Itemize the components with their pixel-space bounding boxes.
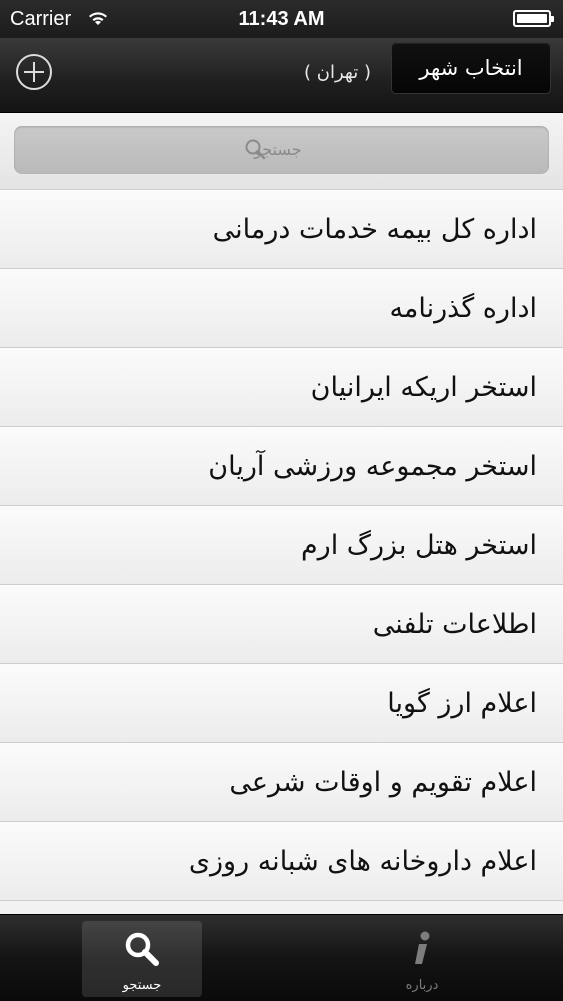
- navigation-bar: ( تهران ) انتخاب شهر: [0, 38, 563, 113]
- results-list: اداره کل بیمه خدمات درمانی اداره گذرنامه…: [0, 190, 563, 914]
- tab-bar: جستجو درباره: [0, 914, 563, 1001]
- list-item[interactable]: اداره گذرنامه: [0, 269, 563, 348]
- tab-search[interactable]: جستجو: [82, 921, 202, 997]
- list-item[interactable]: اداره کل بیمه خدمات درمانی: [0, 190, 563, 269]
- list-item[interactable]: اعلام داروخانه های شبانه روزی: [0, 822, 563, 901]
- list-item-label: استخر هتل بزرگ ارم: [300, 529, 537, 561]
- search-icon: [125, 932, 159, 966]
- current-city-label: ( تهران ): [304, 62, 371, 83]
- list-item[interactable]: اطلاعات تلفنی: [0, 585, 563, 664]
- list-item-label: اعلام تقویم و اوقات شرعی: [229, 766, 537, 798]
- search-area: جستجو: [0, 113, 563, 190]
- search-placeholder: جستجو: [254, 140, 302, 159]
- tab-about-label: درباره: [405, 978, 439, 993]
- list-item-label: اداره کل بیمه خدمات درمانی: [212, 213, 537, 245]
- status-time: 11:43 AM: [238, 8, 325, 30]
- add-button[interactable]: [16, 54, 52, 90]
- list-item-label: اعلام داروخانه های شبانه روزی: [188, 845, 537, 877]
- list-item-label: استخر مجموعه ورزشی آریان: [208, 450, 537, 482]
- list-item[interactable]: استخر اریکه ایرانیان: [0, 348, 563, 427]
- battery-icon: [513, 10, 554, 27]
- search-input[interactable]: جستجو: [14, 126, 549, 174]
- list-item[interactable]: اعلام تقویم و اوقات شرعی: [0, 743, 563, 822]
- tab-about[interactable]: درباره: [362, 921, 482, 997]
- status-bar: Carrier 11:43 AM: [0, 0, 563, 38]
- list-item[interactable]: اعلام ارز گویا: [0, 664, 563, 743]
- list-item[interactable]: استخر مجموعه ورزشی آریان: [0, 427, 563, 506]
- select-city-button[interactable]: انتخاب شهر: [391, 42, 551, 94]
- list-item-label: اعلام ارز گویا: [387, 687, 537, 719]
- tab-search-label: جستجو: [122, 978, 162, 993]
- info-icon: [415, 931, 430, 964]
- list-item-label: اطلاعات تلفنی: [372, 608, 537, 640]
- list-item-label: استخر اریکه ایرانیان: [310, 371, 537, 403]
- list-item-label: اداره گذرنامه: [389, 292, 537, 324]
- list-item[interactable]: استخر هتل بزرگ ارم: [0, 506, 563, 585]
